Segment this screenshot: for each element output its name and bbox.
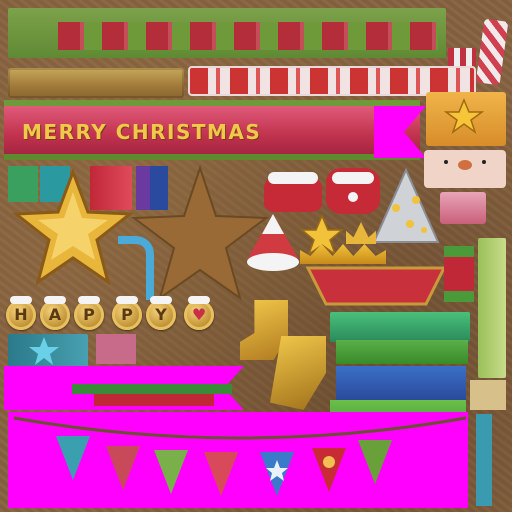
star-icon xyxy=(12,168,134,286)
green-trim xyxy=(72,384,232,394)
bunting-flag-icon xyxy=(154,450,188,494)
happy-coin: P xyxy=(112,296,142,330)
happy-coin: ♥ xyxy=(184,296,214,330)
bunting-flag-icon xyxy=(56,436,90,480)
blue-ribbon-curl xyxy=(118,236,154,300)
bunting-flag-icon xyxy=(312,448,346,492)
red-tray xyxy=(306,266,446,306)
blue-ribbon xyxy=(336,366,466,400)
gold-star-tile xyxy=(426,92,506,146)
wood-plank xyxy=(8,68,184,98)
happy-coin: A xyxy=(40,296,70,330)
green-ribbon xyxy=(336,340,468,364)
striped-candy-panel xyxy=(8,8,446,58)
bunting-flag-icon xyxy=(204,452,238,496)
merry-christmas-banner: MERRY CHRISTMAS xyxy=(4,100,420,160)
pink-swatch xyxy=(96,334,136,364)
banner-title: MERRY CHRISTMAS xyxy=(22,120,262,144)
candy-cane-piece xyxy=(475,18,509,86)
candy-cane-piece xyxy=(448,48,476,66)
bunting-flags xyxy=(56,432,436,496)
pink-stripe-panel xyxy=(440,192,486,224)
bunting-flag-icon xyxy=(358,440,392,484)
star-icon xyxy=(444,98,484,134)
bunting-flag-icon xyxy=(260,452,294,496)
teal-strip xyxy=(476,414,492,506)
green-ribbon xyxy=(330,312,470,342)
texture-atlas: MERRY CHRISTMAS H A P P Y ♥ xyxy=(0,0,512,512)
banner-ribbon-tail xyxy=(374,106,426,158)
happy-coin: Y xyxy=(146,296,176,330)
santa-hat-icon xyxy=(264,172,322,212)
tan-strip xyxy=(470,380,506,410)
lime-strip xyxy=(478,238,506,378)
snowman-nose-icon xyxy=(458,160,472,170)
party-hat-icon xyxy=(372,168,440,243)
santa-hat-icon xyxy=(247,214,299,271)
red-trim xyxy=(94,394,214,406)
bunting-flag-icon xyxy=(106,446,140,490)
happy-coin: P xyxy=(74,296,104,330)
star-icon xyxy=(29,337,59,365)
red-green-strip xyxy=(444,246,474,302)
happy-coin: H xyxy=(6,296,36,330)
teal-star-tile xyxy=(8,334,88,368)
